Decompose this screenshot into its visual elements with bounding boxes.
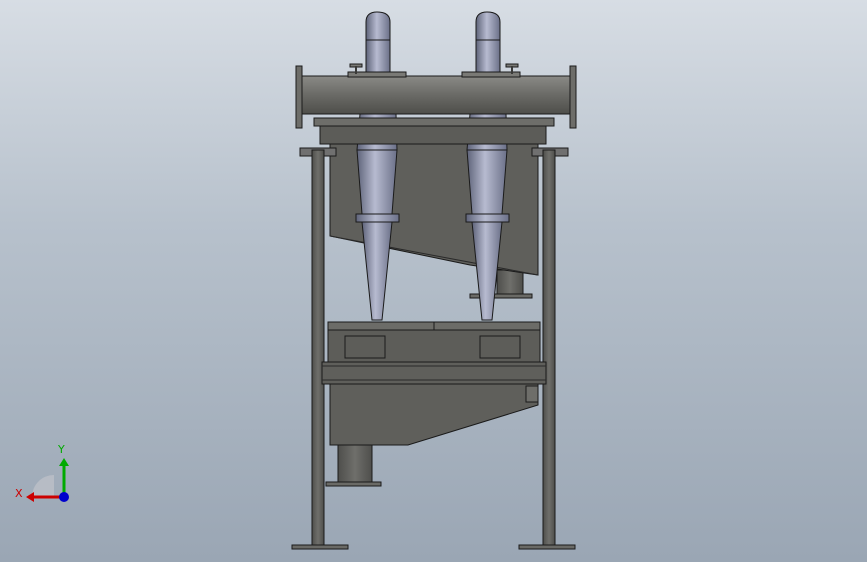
middle-collector <box>327 321 541 363</box>
y-axis-label: Y <box>57 443 65 456</box>
coordinate-triad: Y X <box>10 440 80 510</box>
hydrocyclone-left <box>355 11 400 321</box>
lower-outlet-pipe <box>325 439 382 487</box>
crossbeam <box>321 361 547 385</box>
hydrocyclone-assembly-model[interactable] <box>0 0 867 562</box>
lower-tank <box>329 383 539 446</box>
x-axis-label: X <box>15 487 23 500</box>
z-axis-dot <box>59 492 69 502</box>
cad-viewport[interactable]: Y X <box>0 0 867 562</box>
